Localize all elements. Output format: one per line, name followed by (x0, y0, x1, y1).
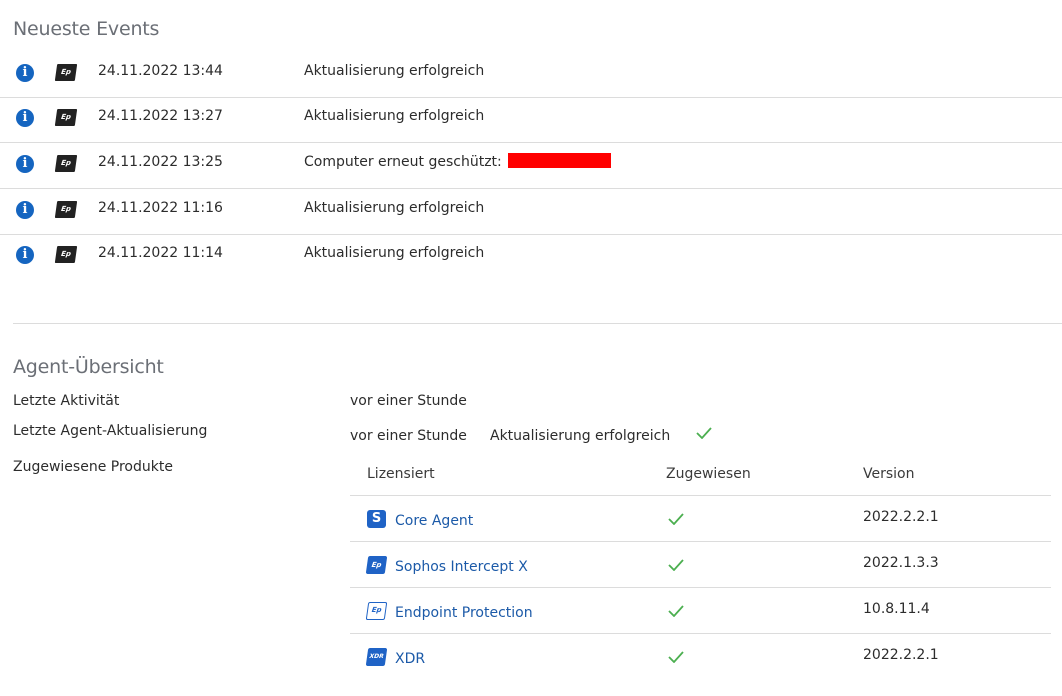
product-version: 2022.2.2.1 (863, 647, 939, 663)
product-row: Ep Sophos Intercept X 2022.1.3.3 (350, 542, 1051, 588)
check-icon (668, 559, 684, 571)
check-icon (696, 427, 712, 439)
info-icon: i (16, 109, 34, 127)
redacted-block (507, 153, 611, 168)
core-agent-icon: S (367, 510, 386, 528)
event-message-text: Aktualisierung erfolgreich (304, 245, 485, 261)
product-name-link[interactable]: Core Agent (395, 513, 473, 529)
event-row: i Ep 24.11.2022 11:16 Aktualisierung erfolg… (0, 187, 1062, 233)
event-row: i Ep 24.11.2022 13:25 Computer erneut gesch… (0, 141, 1062, 187)
endpoint-product-icon: Ep (54, 64, 78, 81)
event-row: i Ep 24.11.2022 11:14 Aktualisierung erfolg… (0, 232, 1062, 278)
event-row-divider (0, 234, 1062, 235)
last-activity-value: vor einer Stunde (350, 393, 467, 409)
event-timestamp: 24.11.2022 11:16 (98, 200, 223, 216)
events-section-title: Neueste Events (13, 18, 160, 40)
event-row-divider (0, 142, 1062, 143)
event-message: Aktualisierung erfolgreich (304, 108, 484, 124)
product-version: 2022.1.3.3 (863, 555, 939, 571)
event-row: i Ep 24.11.2022 13:27 Aktualisierung erfolg… (0, 95, 1062, 141)
event-message: Computer erneut geschützt: (304, 153, 611, 170)
info-icon: i (16, 201, 34, 219)
product-name-link[interactable]: XDR (395, 651, 425, 667)
column-header-version[interactable]: Version (863, 466, 914, 482)
endpoint-product-icon: Ep (54, 109, 78, 126)
last-activity-label: Letzte Aktivität (13, 393, 120, 409)
info-icon: i (16, 64, 34, 82)
product-row: XDR XDR 2022.2.2.1 (350, 634, 1051, 680)
event-message-text: Aktualisierung erfolgreich (304, 108, 485, 124)
column-header-assigned[interactable]: Zugewiesen (666, 466, 751, 482)
event-timestamp: 24.11.2022 13:27 (98, 108, 223, 124)
product-version: 10.8.11.4 (863, 601, 930, 617)
intercept-x-icon: Ep (365, 556, 388, 574)
endpoint-product-icon: Ep (54, 201, 78, 218)
event-timestamp: 24.11.2022 13:25 (98, 154, 223, 170)
last-update-value: vor einer Stunde (350, 428, 467, 444)
event-message: Aktualisierung erfolgreich (304, 63, 484, 79)
check-icon (668, 651, 684, 663)
event-row-divider (0, 188, 1062, 189)
info-icon: i (16, 155, 34, 173)
product-name-link[interactable]: Sophos Intercept X (395, 559, 528, 575)
endpoint-protection-icon: Ep (365, 602, 388, 620)
endpoint-product-icon: Ep (54, 246, 78, 263)
last-update-status: Aktualisierung erfolgreich (490, 428, 671, 444)
product-row: S Core Agent 2022.2.2.1 (350, 496, 1051, 542)
section-divider (13, 323, 1062, 324)
event-row: i Ep 24.11.2022 13:44 Aktualisierung erfolg… (0, 50, 1062, 96)
event-message-text: Aktualisierung erfolgreich (304, 63, 485, 79)
info-icon: i (16, 246, 34, 264)
event-message: Aktualisierung erfolgreich (304, 200, 484, 216)
event-message-text: Computer erneut geschützt: (304, 154, 502, 170)
event-row-divider (0, 97, 1062, 98)
last-update-label: Letzte Agent-Aktualisierung (13, 423, 208, 439)
column-header-licensed[interactable]: Lizensiert (367, 466, 435, 482)
xdr-icon: XDR (365, 648, 388, 666)
check-icon (668, 605, 684, 617)
product-version: 2022.2.2.1 (863, 509, 939, 525)
event-timestamp: 24.11.2022 13:44 (98, 63, 223, 79)
product-row: Ep Endpoint Protection 10.8.11.4 (350, 588, 1051, 634)
check-icon (668, 513, 684, 525)
endpoint-product-icon: Ep (54, 155, 78, 172)
assigned-products-label: Zugewiesene Produkte (13, 459, 173, 475)
product-name-link[interactable]: Endpoint Protection (395, 605, 533, 621)
event-message-text: Aktualisierung erfolgreich (304, 200, 485, 216)
event-timestamp: 24.11.2022 11:14 (98, 245, 223, 261)
event-message: Aktualisierung erfolgreich (304, 245, 484, 261)
agent-overview-title: Agent-Übersicht (13, 356, 164, 378)
